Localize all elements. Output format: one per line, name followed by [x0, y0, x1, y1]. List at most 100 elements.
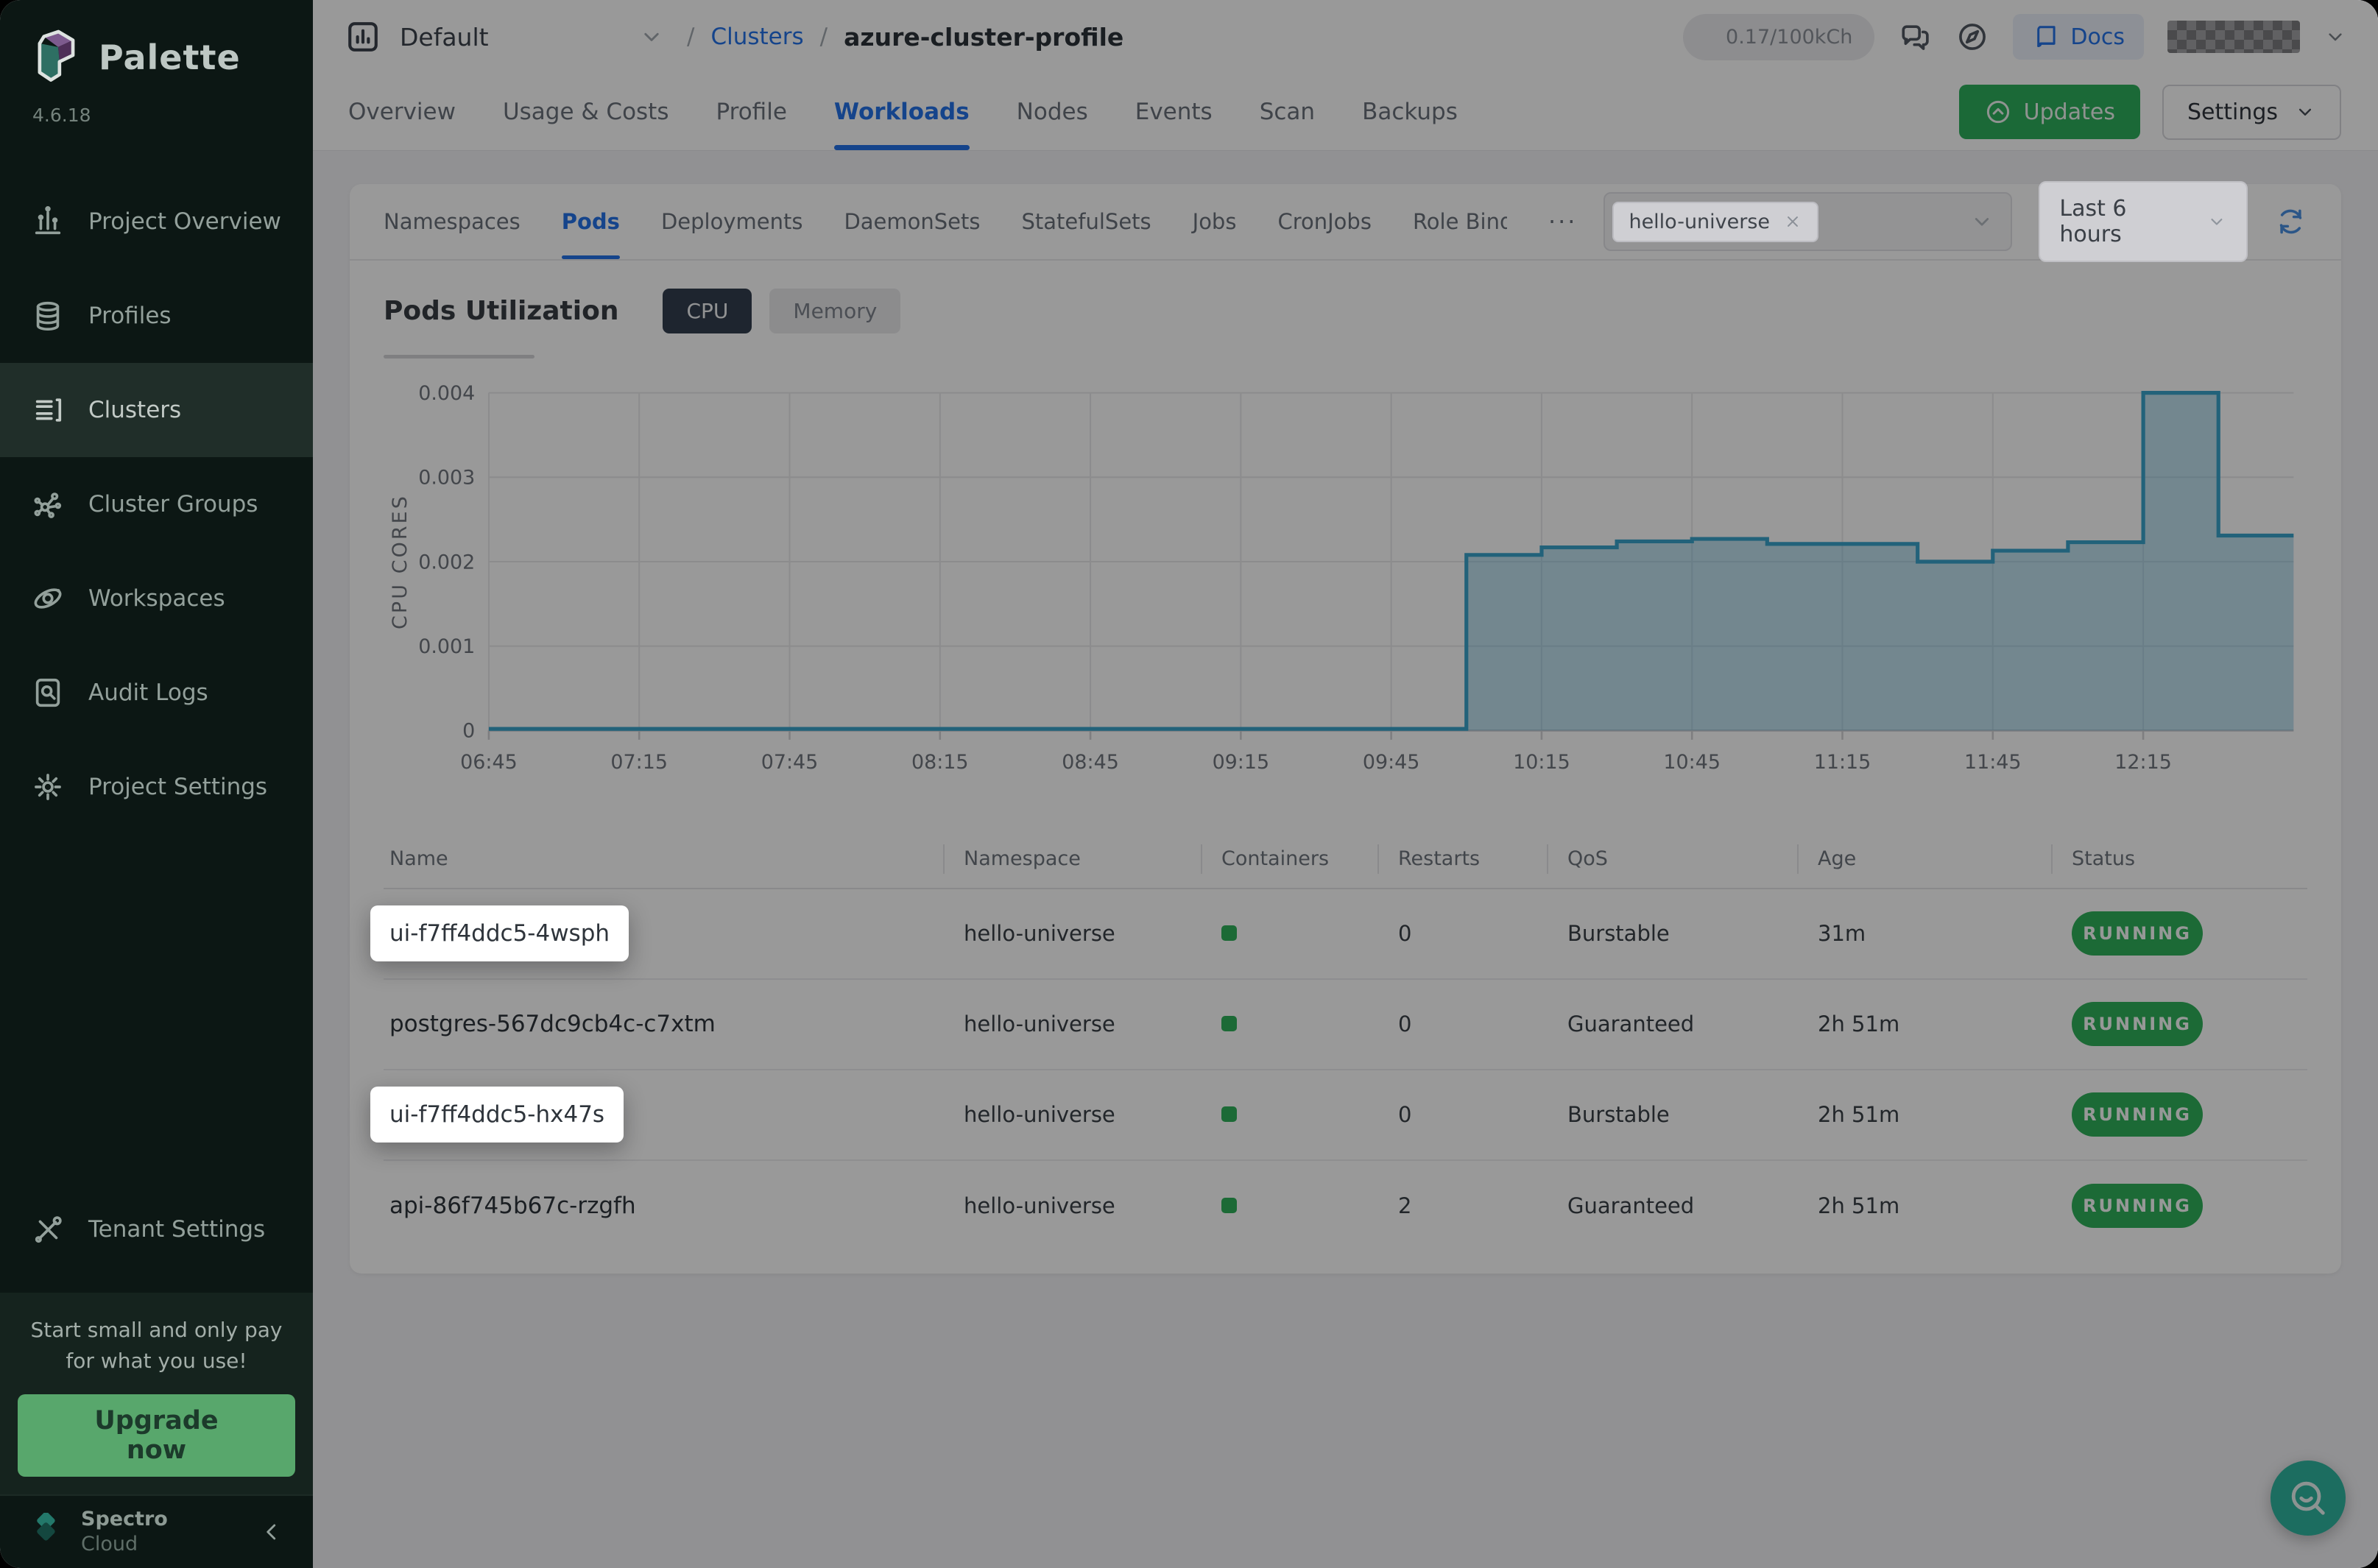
workload-subtabs-row: Namespaces Pods Deployments DaemonSets State… — [350, 184, 2341, 261]
svg-text:10:45: 10:45 — [1663, 751, 1721, 774]
page-title: azure-cluster-profile — [844, 23, 1123, 52]
sidebar: Palette 4.6.18 Project Overview Profiles… — [0, 0, 313, 1568]
tab-nodes[interactable]: Nodes — [1017, 74, 1088, 150]
sidebar-item-audit-logs[interactable]: Audit Logs — [0, 646, 313, 740]
workloads-card: Namespaces Pods Deployments DaemonSets State… — [350, 184, 2341, 1274]
book-icon — [2032, 23, 2060, 51]
tab-workloads[interactable]: Workloads — [834, 74, 970, 150]
sidebar-item-label: Project Settings — [88, 774, 267, 800]
topbar: Default / Clusters / azure-cluster-profi… — [313, 0, 2378, 74]
breadcrumb: / Clusters / azure-cluster-profile — [687, 23, 1123, 52]
time-range-value: Last 6 hours — [2059, 196, 2186, 247]
svg-text:08:45: 08:45 — [1062, 751, 1119, 774]
column-header-age: Age — [1797, 842, 2051, 876]
more-subtabs-button[interactable]: ··· — [1548, 208, 1578, 236]
updates-label: Updates — [2024, 99, 2115, 125]
help-search-fab[interactable] — [2271, 1461, 2346, 1536]
doc-search-icon — [31, 676, 65, 710]
cpu-toggle-button[interactable]: CPU — [663, 289, 752, 333]
topbar-right: 0.17/100kCh Docs — [1683, 14, 2347, 60]
pods-utilization-section: Pods Utilization CPU Memory 06:4507:1507… — [350, 261, 2341, 801]
svg-text:0.003: 0.003 — [418, 467, 475, 490]
pod-name: api-86f745b67c-rzgfh — [389, 1193, 636, 1219]
subtab-jobs[interactable]: Jobs — [1193, 184, 1237, 259]
sidebar-item-cluster-groups[interactable]: Cluster Groups — [0, 457, 313, 551]
chart-header: Pods Utilization CPU Memory — [384, 289, 2307, 333]
chart-title: Pods Utilization — [384, 296, 618, 326]
subtab-daemonsets[interactable]: DaemonSets — [844, 184, 980, 259]
brand-row: Palette — [0, 0, 313, 85]
svg-text:0.004: 0.004 — [418, 382, 475, 405]
updates-button[interactable]: Updates — [1959, 85, 2140, 139]
subtab-namespaces[interactable]: Namespaces — [384, 184, 521, 259]
sidebar-item-workspaces[interactable]: Workspaces — [0, 551, 313, 646]
sidebar-item-label: Clusters — [88, 397, 181, 423]
tab-events[interactable]: Events — [1135, 74, 1213, 150]
cluster-tabs-row: Overview Usage & Costs Profile Workloads Nod… — [313, 74, 2378, 151]
sidebar-item-label: Audit Logs — [88, 679, 208, 706]
settings-label: Settings — [2187, 99, 2278, 125]
close-icon[interactable] — [1783, 212, 1802, 231]
tab-profile[interactable]: Profile — [716, 74, 787, 150]
sidebar-nav: Project Overview Profiles Clusters Clust… — [0, 174, 313, 834]
pod-namespace: hello-universe — [943, 1193, 1201, 1218]
circle-up-icon — [1984, 98, 2012, 126]
sidebar-footer: Spectro Cloud — [0, 1494, 313, 1568]
promo-text-line2: for what you use! — [18, 1346, 295, 1377]
sidebar-item-clusters[interactable]: Clusters — [0, 363, 313, 457]
svg-text:0.002: 0.002 — [418, 551, 475, 573]
subtab-role-bindings[interactable]: Role Bindings — [1413, 184, 1507, 259]
container-status-square — [1221, 1016, 1237, 1031]
pod-name: postgres-567dc9cb4c-c7xtm — [389, 1011, 716, 1037]
sidebar-item-project-overview[interactable]: Project Overview — [0, 174, 313, 269]
time-range-select[interactable]: Last 6 hours — [2039, 181, 2248, 262]
chevron-down-icon[interactable] — [2324, 25, 2347, 49]
project-selector[interactable]: Default — [344, 18, 665, 56]
chevron-down-icon — [2206, 211, 2227, 233]
project-chart-icon — [344, 18, 382, 56]
search-smile-icon — [2287, 1477, 2329, 1519]
breadcrumb-link-clusters[interactable]: Clusters — [710, 24, 803, 50]
status-badge: RUNNING — [2072, 1002, 2203, 1046]
table-row[interactable]: ui-f7ff4ddc5-4wsph hello-universe 0 Burs… — [384, 889, 2307, 980]
sidebar-item-project-settings[interactable]: Project Settings — [0, 740, 313, 834]
containers-indicator — [1201, 1011, 1377, 1036]
pod-restarts: 0 — [1377, 1011, 1547, 1036]
column-header-name: Name — [384, 842, 943, 876]
pods-table: NameNamespaceContainersRestartsQoSAgeSta… — [384, 830, 2307, 1274]
tab-scan[interactable]: Scan — [1260, 74, 1315, 150]
pod-namespace: hello-universe — [943, 921, 1201, 946]
breadcrumb-separator: / — [820, 24, 828, 50]
pod-age: 2h 51m — [1797, 1011, 2051, 1036]
table-row[interactable]: ui-f7ff4ddc5-hx47s hello-universe 0 Burs… — [384, 1070, 2307, 1161]
status-badge: RUNNING — [2072, 1092, 2203, 1137]
namespace-filter-select[interactable]: hello-universe — [1603, 192, 2012, 251]
compass-icon[interactable] — [1955, 20, 1989, 54]
tab-overview[interactable]: Overview — [348, 74, 456, 150]
svg-text:12:15: 12:15 — [2114, 751, 2172, 774]
subtab-pods[interactable]: Pods — [562, 184, 620, 259]
settings-button[interactable]: Settings — [2162, 85, 2341, 140]
upgrade-now-button[interactable]: Upgrade now — [18, 1394, 295, 1477]
sidebar-item-profiles[interactable]: Profiles — [0, 269, 313, 363]
chat-icon[interactable] — [1898, 20, 1932, 54]
sidebar-item-label: Tenant Settings — [88, 1216, 265, 1243]
subtab-deployments[interactable]: Deployments — [661, 184, 803, 259]
pods-utilization-chart: 06:4507:1507:4508:1508:4509:1509:4510:15… — [384, 359, 2307, 801]
sidebar-collapse-icon[interactable] — [258, 1519, 285, 1545]
tab-usage-costs[interactable]: Usage & Costs — [503, 74, 669, 150]
subtab-statefulsets[interactable]: StatefulSets — [1022, 184, 1151, 259]
tab-backups[interactable]: Backups — [1362, 74, 1458, 150]
memory-toggle-button[interactable]: Memory — [769, 289, 900, 333]
sidebar-item-label: Profiles — [88, 303, 172, 329]
docs-button[interactable]: Docs — [2013, 14, 2144, 60]
sidebar-item-tenant-settings[interactable]: Tenant Settings — [0, 1182, 313, 1276]
user-menu-redacted[interactable] — [2167, 21, 2300, 53]
table-row[interactable]: api-86f745b67c-rzgfh hello-universe 2 Gu… — [384, 1161, 2307, 1251]
table-row[interactable]: postgres-567dc9cb4c-c7xtm hello-universe… — [384, 980, 2307, 1070]
subtab-cronjobs[interactable]: CronJobs — [1277, 184, 1371, 259]
chevron-down-icon — [2294, 101, 2316, 123]
svg-text:0.001: 0.001 — [418, 635, 475, 658]
refresh-icon[interactable] — [2274, 204, 2307, 239]
breadcrumb-separator: / — [687, 24, 694, 50]
